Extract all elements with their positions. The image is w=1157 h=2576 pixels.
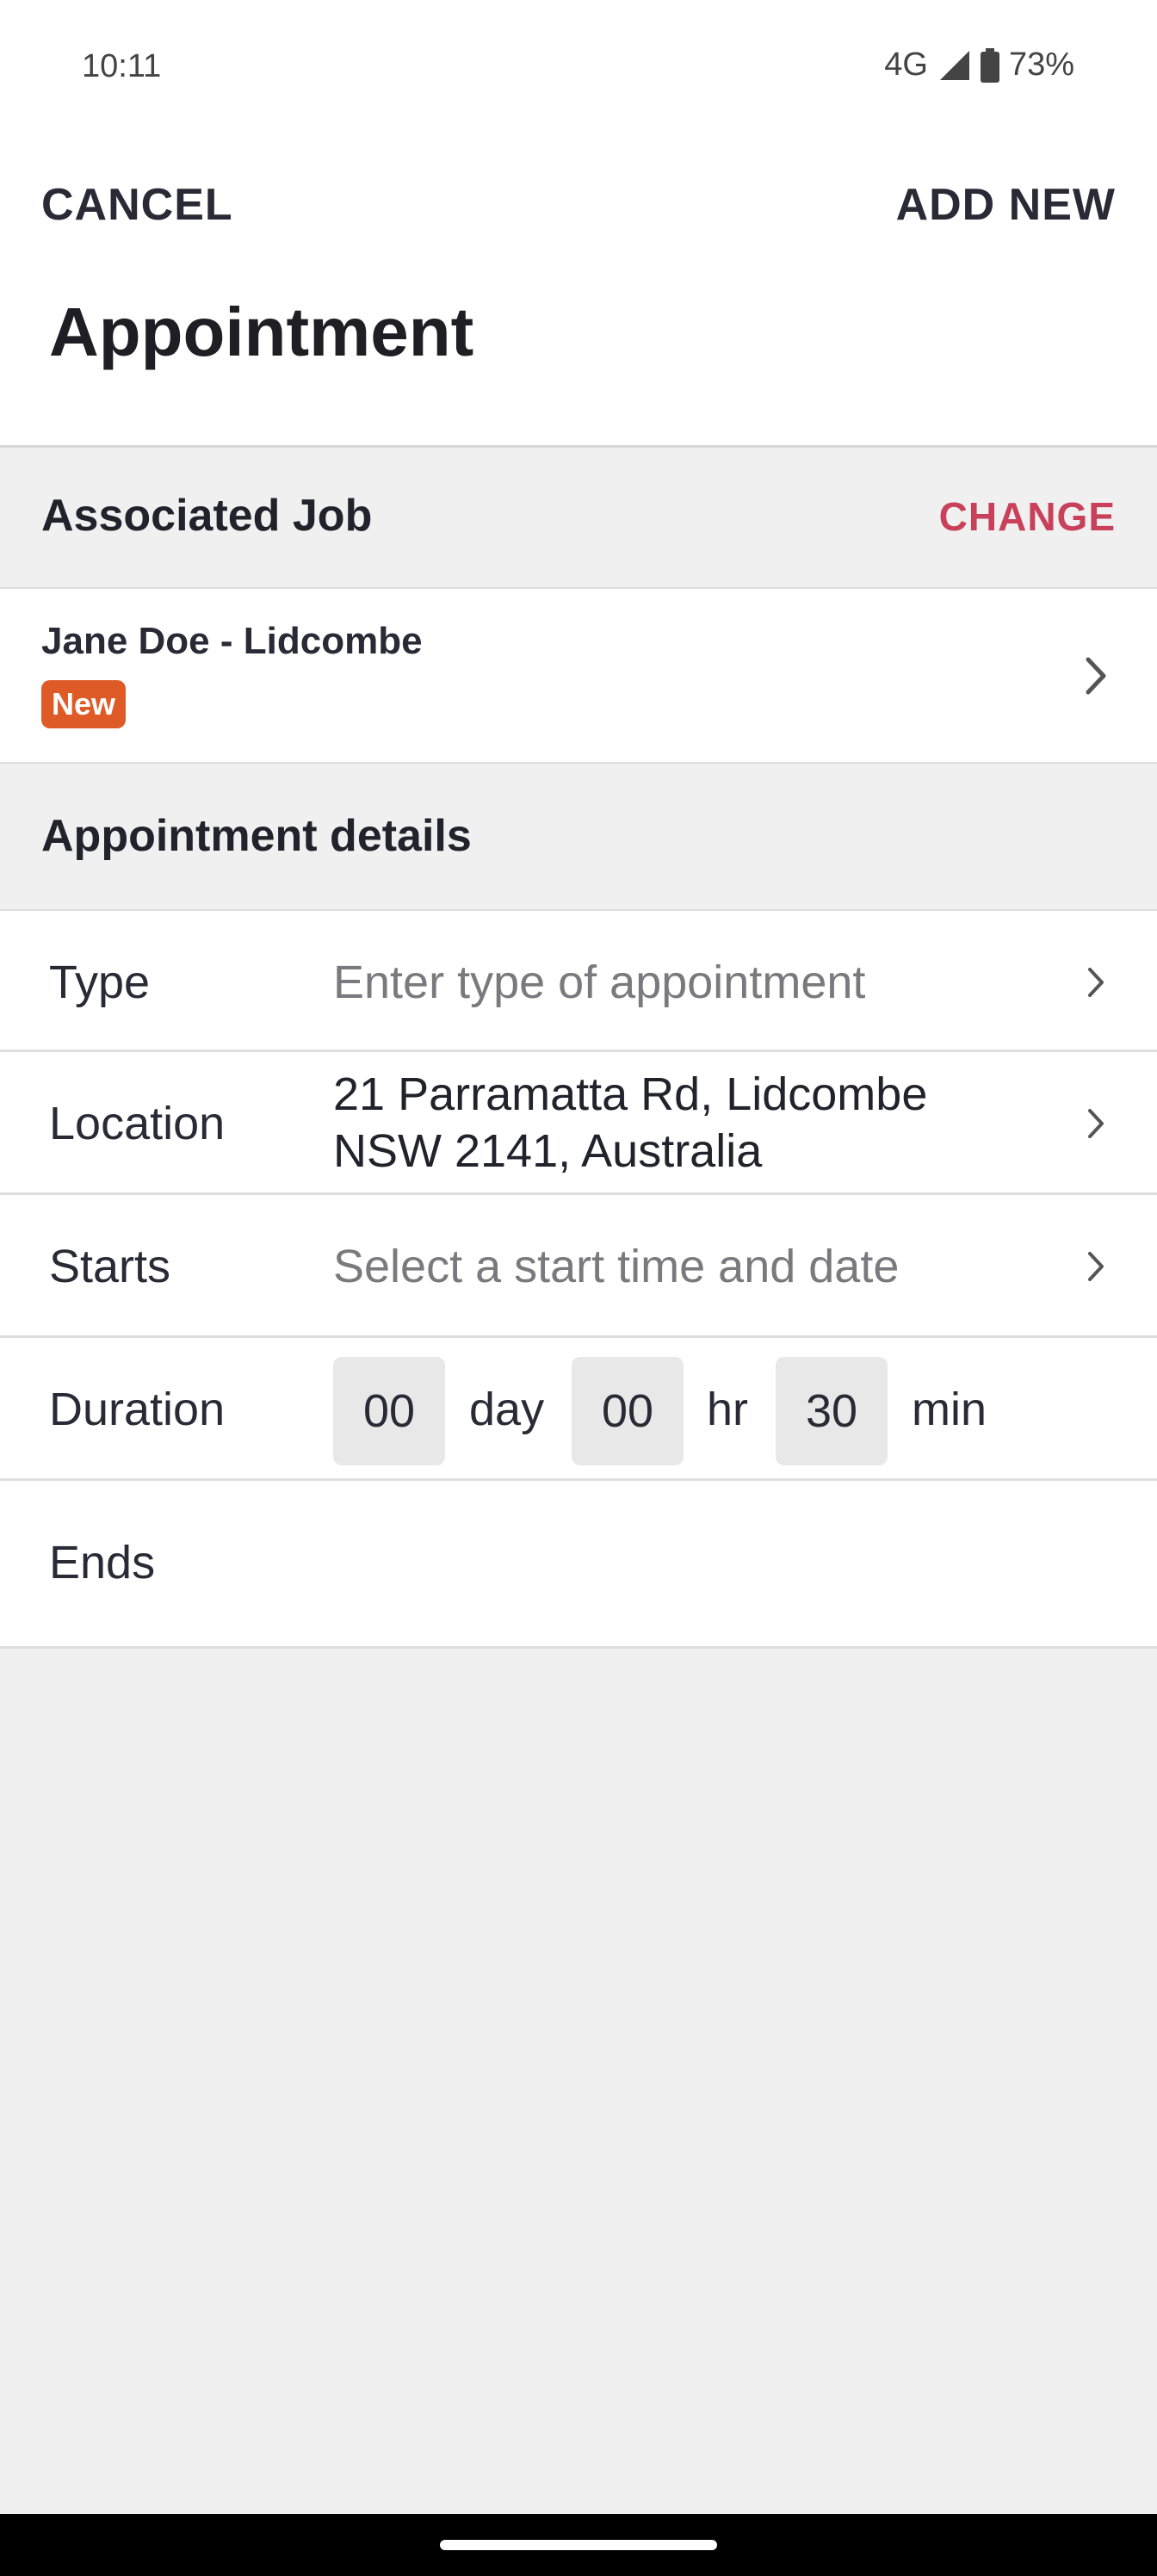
duration-hour-unit: hr [707, 1384, 749, 1435]
ends-row: Ends [0, 1481, 1157, 1649]
starts-row[interactable]: Starts Select a start time and date [0, 1195, 1157, 1338]
ends-label: Ends [49, 1537, 156, 1588]
app-header: CANCEL ADD NEW Appointment [0, 129, 1157, 448]
type-input[interactable]: Enter type of appointment [333, 954, 865, 1011]
chevron-right-icon [1086, 657, 1106, 695]
duration-hours-input[interactable]: 00 [572, 1357, 684, 1465]
battery-icon [980, 47, 999, 83]
location-line-1: 21 Parramatta Rd, Lidcombe [333, 1068, 928, 1120]
battery-percent: 73% [1008, 46, 1074, 83]
page-title: Appointment [49, 294, 474, 370]
duration-minute-unit: min [912, 1384, 987, 1435]
appointment-details-section-header: Appointment details [0, 765, 1157, 909]
chevron-right-icon [1088, 1252, 1104, 1281]
chevron-right-icon [1088, 968, 1104, 997]
type-label: Type [49, 957, 151, 1008]
duration-row: Duration 00 day 00 hr 30 min [0, 1338, 1157, 1481]
status-indicators: 4G 73% [884, 46, 1074, 84]
location-label: Location [49, 1098, 226, 1149]
appointment-details-title: Appointment details [41, 811, 472, 861]
status-time: 10:11 [82, 48, 162, 84]
status-bar: 10:11 4G 73% [0, 0, 1157, 129]
cancel-button[interactable]: CANCEL [41, 179, 233, 231]
chevron-right-icon [1088, 1109, 1104, 1138]
associated-job-title: Associated Job [41, 491, 373, 541]
add-new-button[interactable]: ADD NEW [896, 179, 1116, 231]
duration-minutes-input[interactable]: 30 [776, 1357, 888, 1465]
type-row[interactable]: Type Enter type of appointment [0, 909, 1157, 1052]
system-nav-bar [0, 2514, 1157, 2576]
location-row[interactable]: Location 21 Parramatta Rd, Lidcombe NSW … [0, 1052, 1157, 1195]
home-gesture-handle[interactable] [440, 2540, 717, 2550]
associated-job-section-header: Associated Job CHANGE [0, 450, 1157, 587]
network-type: 4G [884, 46, 928, 83]
starts-input[interactable]: Select a start time and date [333, 1238, 899, 1295]
change-job-button[interactable]: CHANGE [939, 493, 1116, 540]
signal-icon [939, 50, 969, 80]
duration-days-input[interactable]: 00 [333, 1357, 445, 1465]
associated-job-row[interactable]: Jane Doe - Lidcombe New [0, 587, 1157, 764]
location-line-2: NSW 2141, Australia [333, 1125, 763, 1177]
duration-day-unit: day [469, 1384, 545, 1435]
job-name: Jane Doe - Lidcombe [41, 620, 423, 662]
duration-label: Duration [49, 1384, 226, 1435]
location-value[interactable]: 21 Parramatta Rd, Lidcombe NSW 2141, Aus… [333, 1066, 927, 1180]
starts-label: Starts [49, 1241, 171, 1292]
status-badge: New [41, 680, 127, 728]
